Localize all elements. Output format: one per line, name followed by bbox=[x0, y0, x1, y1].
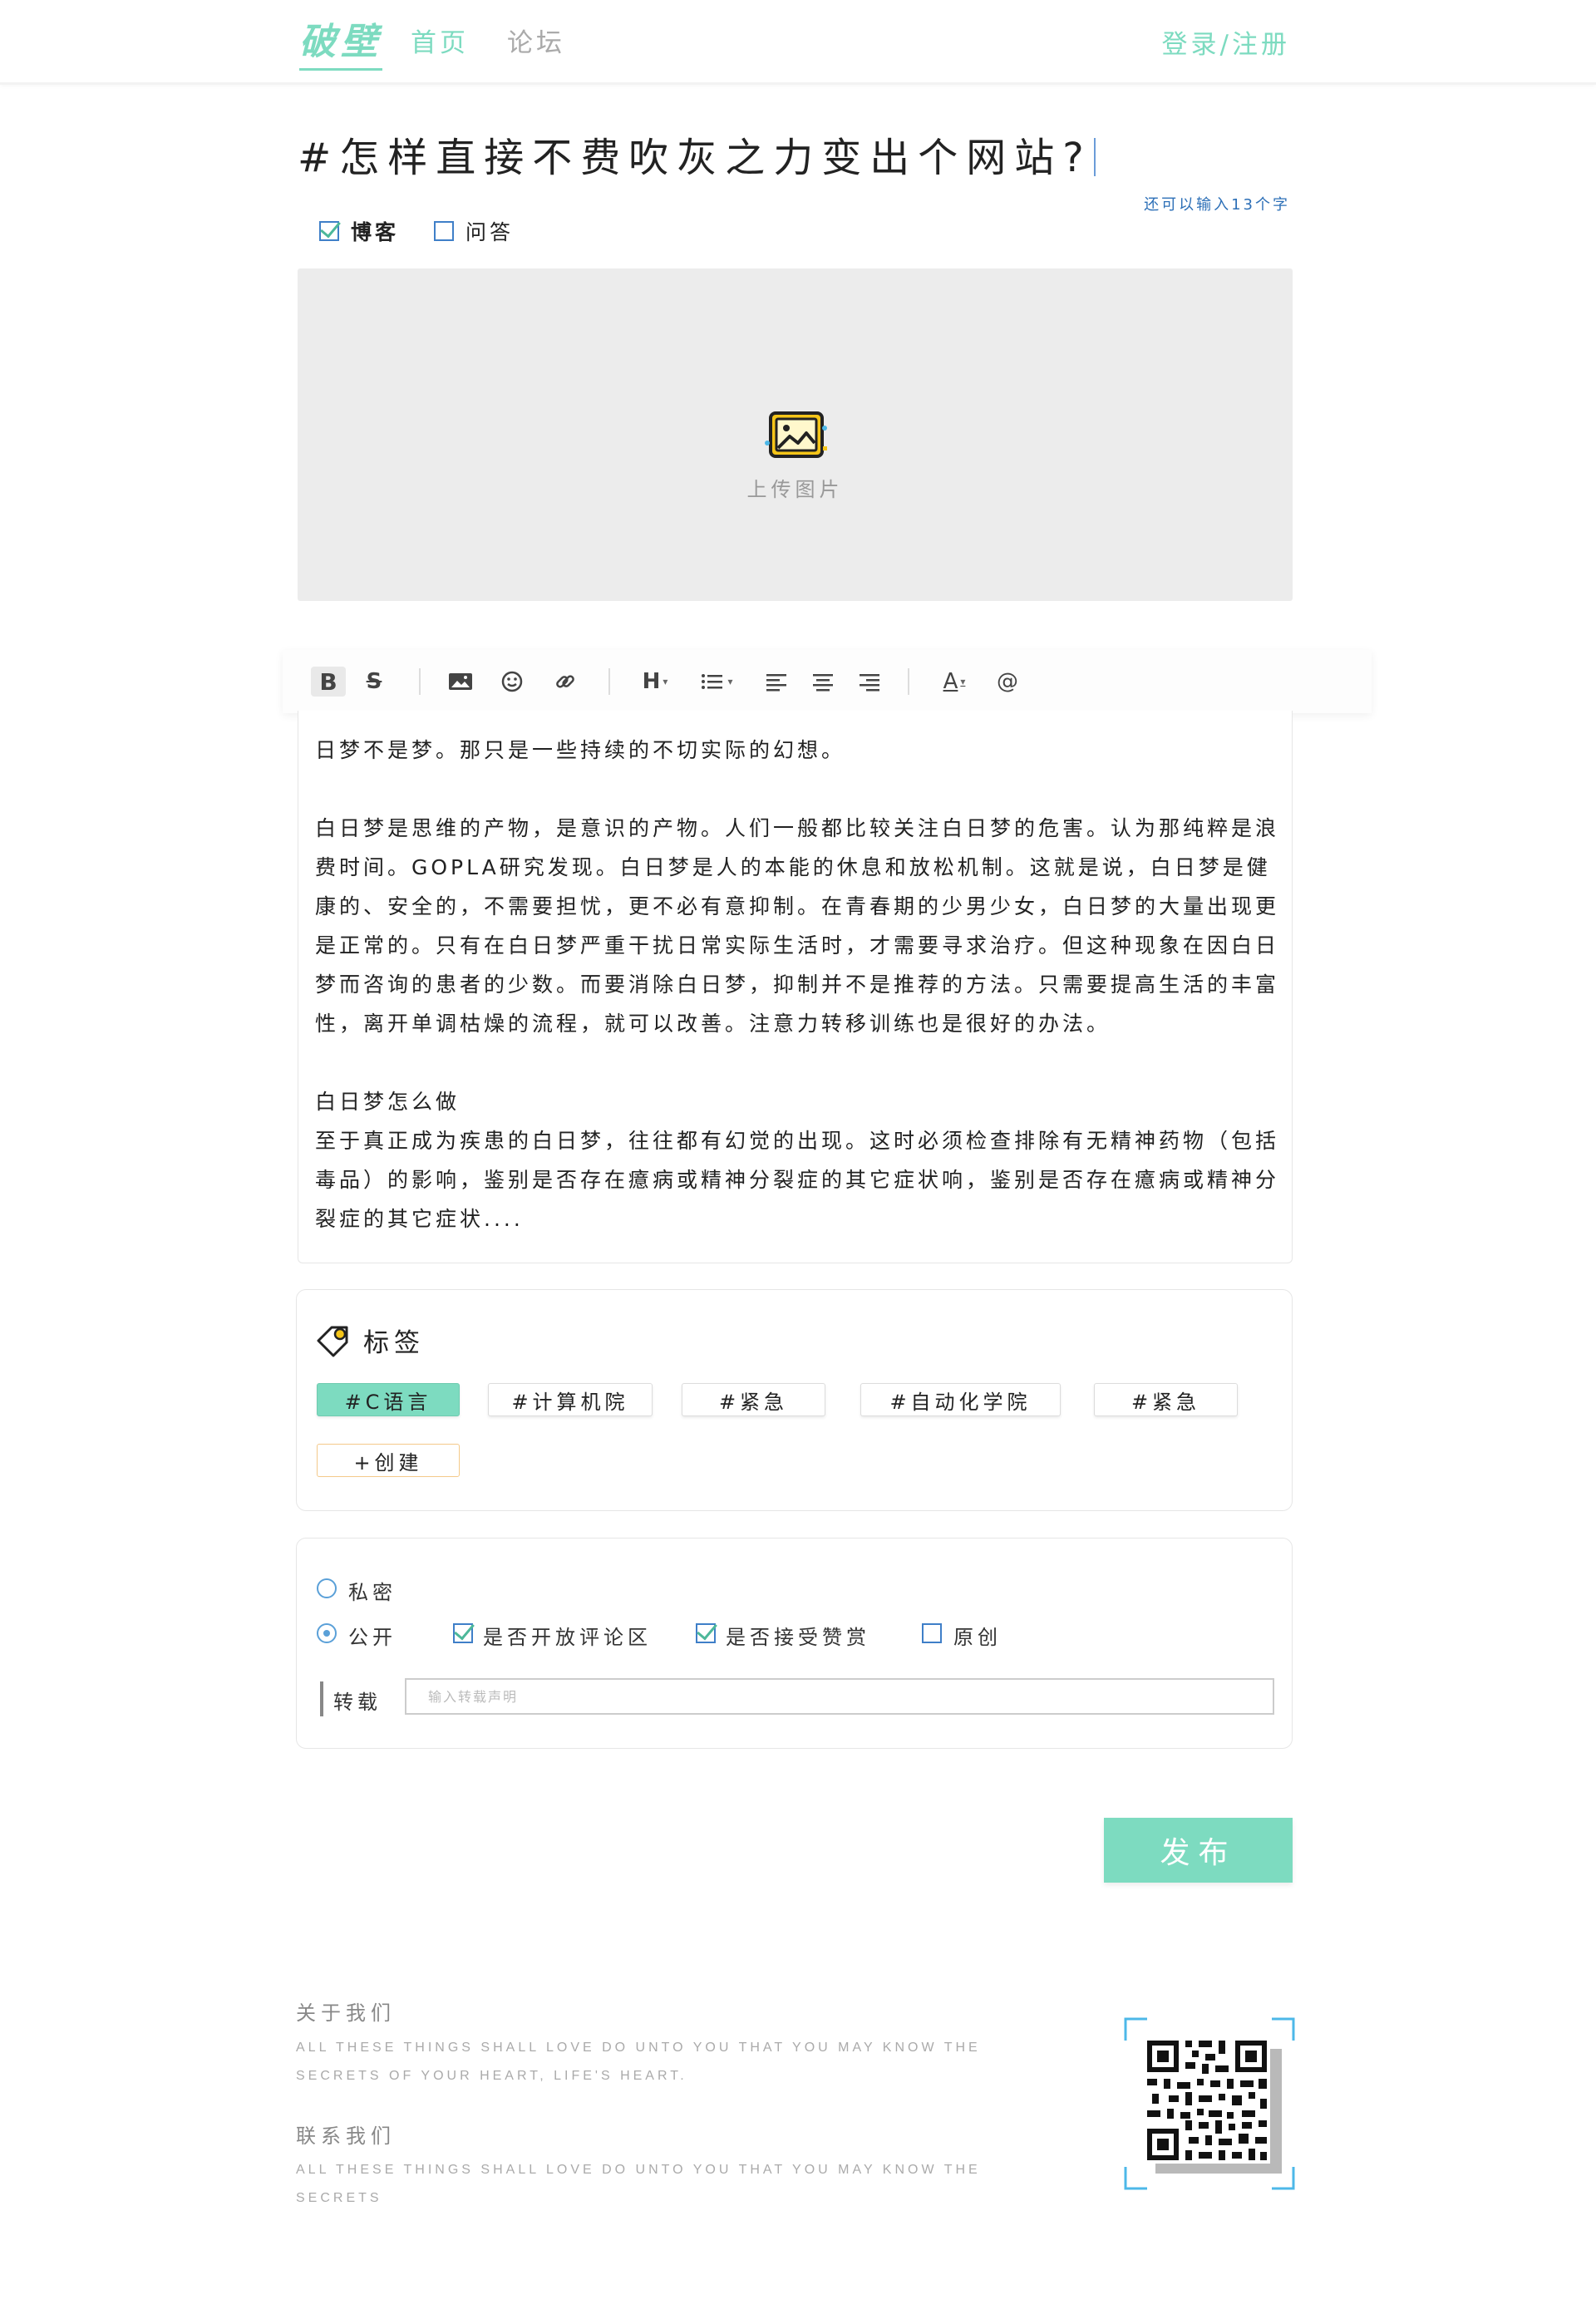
tag-item[interactable]: #紧急 bbox=[682, 1383, 825, 1416]
heading-label: H bbox=[642, 669, 661, 694]
create-tag-button[interactable]: +创建 bbox=[317, 1444, 460, 1477]
smiley-icon bbox=[501, 671, 523, 692]
qa-label[interactable]: 问答 bbox=[466, 216, 514, 246]
tag-item[interactable]: #紧急 bbox=[1094, 1383, 1238, 1416]
about-us-text: ALL THESE THINGS SHALL LOVE DO UNTO YOU … bbox=[296, 2041, 981, 2083]
chevron-down-icon: ▾ bbox=[960, 676, 966, 687]
align-right-icon bbox=[860, 674, 879, 692]
original-label[interactable]: 原创 bbox=[953, 1621, 1002, 1650]
qr-code bbox=[1124, 2017, 1295, 2190]
tag-item[interactable]: #C语言 bbox=[317, 1383, 460, 1416]
chevron-down-icon: ▾ bbox=[727, 676, 733, 687]
tags-title: 标签 bbox=[363, 1328, 425, 1358]
toolbar-divider bbox=[908, 668, 909, 695]
tags-panel: 标签 #C语言 #计算机院 #紧急 #自动化学院 #紧急 +创建 bbox=[296, 1289, 1293, 1511]
link-button[interactable] bbox=[550, 667, 580, 697]
picture-icon bbox=[449, 673, 472, 690]
editor-content: 日梦不是梦。那只是一些持续的不切实际的幻想。 白日梦是思维的产物，是意识的产物。… bbox=[315, 731, 1279, 1238]
rich-text-editor[interactable]: 日梦不是梦。那只是一些持续的不切实际的幻想。 白日梦是思维的产物，是意识的产物。… bbox=[298, 711, 1293, 1263]
editor-paragraph: 至于真正成为疾患的白日梦，往往都有幻觉的出现。这时必须检查排除有无精神药物（包括… bbox=[315, 1129, 1280, 1231]
private-label[interactable]: 私密 bbox=[348, 1576, 397, 1605]
original-checkbox[interactable] bbox=[922, 1623, 942, 1643]
blog-label[interactable]: 博客 bbox=[351, 216, 399, 246]
link-icon bbox=[556, 675, 574, 688]
blog-checkbox[interactable] bbox=[319, 221, 339, 241]
emoji-button[interactable] bbox=[497, 667, 527, 697]
bold-button[interactable]: B bbox=[311, 667, 346, 697]
login-register-link[interactable]: 登录/注册 bbox=[1162, 23, 1290, 61]
editor-paragraph: 白日梦是思维的产物，是意识的产物。人们一般都比较关注白日梦的危害。认为那纯粹是浪… bbox=[315, 816, 1280, 1036]
upload-image-label: 上传图片 bbox=[746, 478, 844, 501]
tags-header: 标签 bbox=[315, 1322, 425, 1359]
public-label[interactable]: 公开 bbox=[348, 1621, 397, 1650]
public-radio[interactable] bbox=[317, 1623, 337, 1643]
top-header: 破壁 首页 论坛 登录/注册 bbox=[0, 0, 1596, 85]
align-center-button[interactable] bbox=[810, 667, 836, 697]
allow-comments-checkbox[interactable] bbox=[453, 1623, 473, 1643]
image-upload-area[interactable]: 上传图片 bbox=[298, 268, 1293, 601]
publish-settings-panel: 私密 公开 是否开放评论区 是否接受赞赏 原创 转载 bbox=[296, 1538, 1293, 1749]
align-right-button[interactable] bbox=[856, 667, 883, 697]
strikethrough-button[interactable]: S bbox=[359, 667, 389, 697]
image-icon bbox=[765, 411, 827, 458]
about-us-title: 关于我们 bbox=[296, 2001, 396, 2025]
qa-checkbox[interactable] bbox=[434, 221, 455, 241]
editor-paragraph: 白日梦怎么做 bbox=[315, 1090, 461, 1114]
toolbar-divider bbox=[419, 668, 421, 695]
repost-statement-input[interactable] bbox=[405, 1678, 1274, 1715]
tag-icon bbox=[317, 1326, 348, 1356]
mention-button[interactable]: @ bbox=[993, 667, 1022, 697]
tag-item[interactable]: #自动化学院 bbox=[860, 1383, 1061, 1416]
tag-item[interactable]: #计算机院 bbox=[488, 1383, 653, 1416]
font-color-label: A bbox=[943, 669, 958, 694]
contact-us-title: 联系我们 bbox=[296, 2124, 396, 2148]
post-type-options: 博客 问答 bbox=[319, 216, 514, 246]
publish-button[interactable]: 发布 bbox=[1104, 1818, 1293, 1883]
post-title-input[interactable]: #怎样直接不费吹灰之力变出个网站? bbox=[298, 125, 1096, 183]
accept-reward-checkbox[interactable] bbox=[696, 1623, 716, 1643]
post-title-text: #怎样直接不费吹灰之力变出个网站? bbox=[298, 135, 1092, 181]
nav-home[interactable]: 首页 bbox=[411, 22, 469, 59]
align-left-button[interactable] bbox=[763, 667, 790, 697]
font-color-dropdown[interactable]: A ▾ bbox=[931, 667, 978, 697]
heading-dropdown[interactable]: H ▾ bbox=[632, 667, 678, 697]
repost-marker bbox=[320, 1681, 323, 1716]
repost-label: 转载 bbox=[333, 1691, 382, 1714]
insert-image-button[interactable] bbox=[446, 667, 475, 697]
align-left-icon bbox=[766, 674, 786, 692]
text-cursor bbox=[1093, 138, 1096, 176]
site-logo[interactable]: 破壁 bbox=[299, 12, 382, 71]
contact-us-text: ALL THESE THINGS SHALL LOVE DO UNTO YOU … bbox=[296, 2163, 981, 2205]
editor-paragraph: 日梦不是梦。那只是一些持续的不切实际的幻想。 bbox=[315, 738, 846, 762]
chevron-down-icon: ▾ bbox=[663, 676, 668, 687]
toolbar-divider bbox=[608, 668, 610, 695]
list-dropdown[interactable]: ▾ bbox=[693, 667, 740, 697]
allow-comments-label[interactable]: 是否开放评论区 bbox=[483, 1621, 652, 1650]
accept-reward-label[interactable]: 是否接受赞赏 bbox=[726, 1621, 870, 1650]
align-center-icon bbox=[813, 674, 833, 692]
private-radio[interactable] bbox=[317, 1578, 337, 1598]
list-icon bbox=[702, 674, 723, 689]
editor-toolbar: B S H ▾ ▾ A ▾ @ bbox=[283, 650, 1372, 713]
nav-forum[interactable]: 论坛 bbox=[507, 22, 565, 59]
char-remaining-hint: 还可以输入13个字 bbox=[1144, 196, 1290, 214]
